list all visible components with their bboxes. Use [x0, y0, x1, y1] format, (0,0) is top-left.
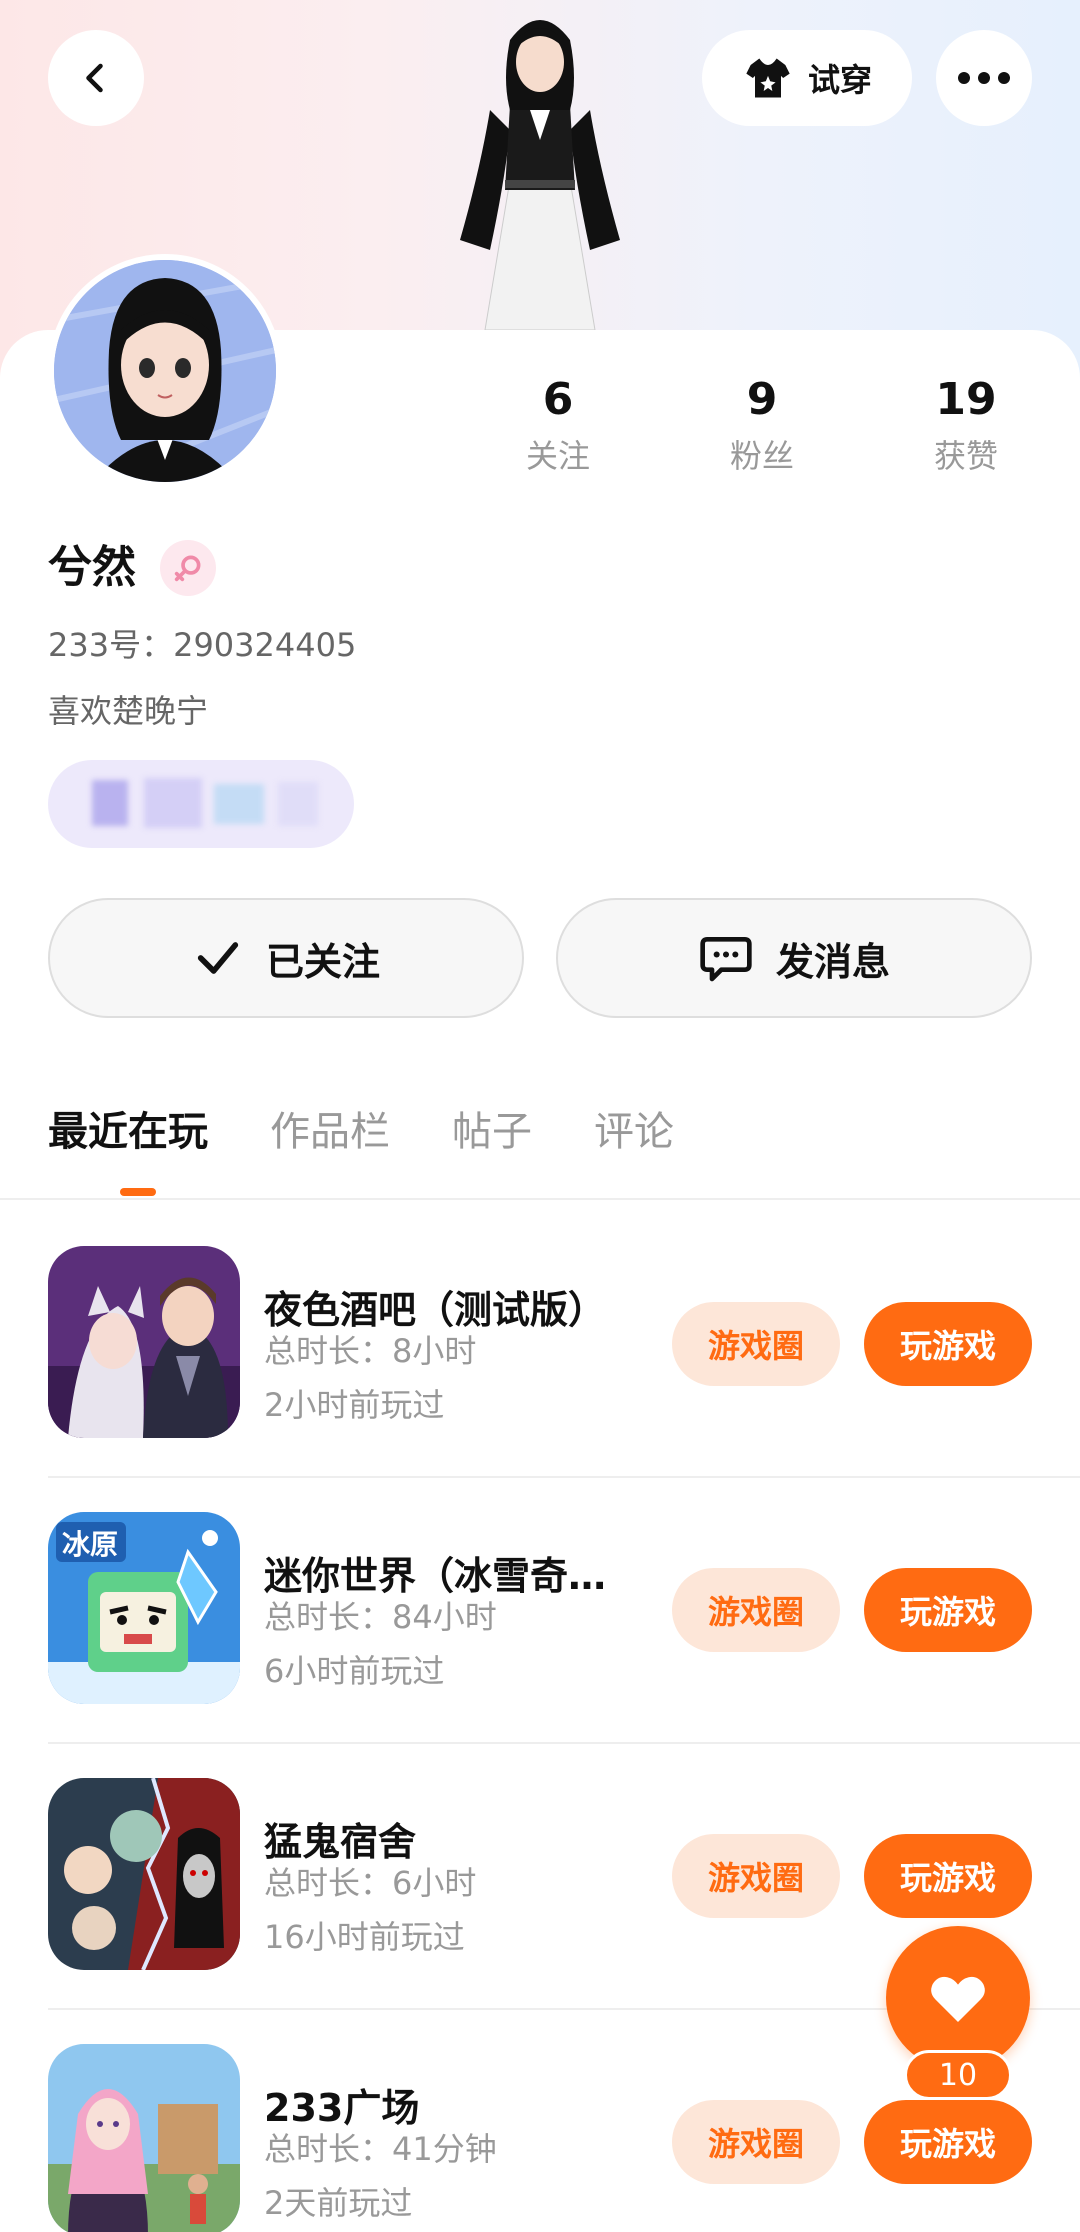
- game-icon-mini-world[interactable]: 冰原: [48, 1512, 240, 1704]
- game-icon-233-plaza[interactable]: [48, 2044, 240, 2232]
- tab-comments[interactable]: 评论: [594, 1102, 674, 1192]
- stat-following[interactable]: 6 关注: [478, 372, 638, 480]
- user-name: 兮然: [48, 542, 136, 593]
- game-last-played: 16小时前玩过: [264, 1918, 465, 1956]
- game-row[interactable]: 夜色酒吧（测试版） 总时长：8小时 2小时前玩过 游戏圈 玩游戏: [0, 1200, 1080, 1466]
- tab-posts[interactable]: 帖子: [452, 1102, 532, 1192]
- game-circle-button[interactable]: 游戏圈: [672, 1834, 840, 1918]
- check-icon: [197, 942, 239, 974]
- game-duration: 总时长：6小时: [264, 1864, 477, 1902]
- stat-likes[interactable]: 19 获赞: [886, 372, 1046, 480]
- game-duration: 总时长：84小时: [264, 1598, 497, 1636]
- game-duration: 总时长：8小时: [264, 1332, 477, 1370]
- like-count-badge: 10: [904, 2050, 1012, 2100]
- game-last-played: 2天前玩过: [264, 2184, 413, 2222]
- follow-button[interactable]: 已关注: [48, 898, 524, 1018]
- followers-label: 粉丝: [729, 437, 794, 475]
- user-id: 233号：290324405: [48, 626, 357, 664]
- active-tab-indicator: [120, 1188, 156, 1196]
- stat-followers[interactable]: 9 粉丝: [682, 372, 842, 480]
- try-on-button[interactable]: 试穿: [702, 30, 912, 126]
- game-icon-night-bar[interactable]: [48, 1246, 240, 1438]
- game-row[interactable]: 冰原 迷你世界（冰雪奇… 总时长：84小时 6小时前玩过 游戏圈 玩游戏: [0, 1466, 1080, 1732]
- more-dots-icon: [958, 72, 1010, 84]
- avatar-figure-image: [460, 20, 620, 330]
- profile-stats: 6 关注 9 粉丝 19 获赞: [0, 372, 1080, 492]
- female-icon: [174, 555, 201, 582]
- game-circle-button[interactable]: 游戏圈: [672, 2100, 840, 2184]
- profile-tabs: 最近在玩 作品栏 帖子 评论: [48, 1102, 674, 1192]
- like-button[interactable]: [886, 1926, 1030, 2070]
- more-button[interactable]: [936, 30, 1032, 126]
- gender-badge: [160, 540, 216, 596]
- follow-label: 已关注: [265, 939, 380, 984]
- play-game-button[interactable]: 玩游戏: [864, 1834, 1032, 1918]
- likes-count: 19: [935, 374, 997, 425]
- following-count: 6: [542, 374, 574, 425]
- game-circle-button[interactable]: 游戏圈: [672, 1568, 840, 1652]
- back-button[interactable]: [48, 30, 144, 126]
- tab-works[interactable]: 作品栏: [270, 1102, 390, 1192]
- try-on-label: 试穿: [807, 61, 872, 99]
- likes-label: 获赞: [933, 437, 998, 475]
- chat-bubble-icon: [700, 937, 752, 982]
- chevron-left-icon: [86, 63, 103, 93]
- heart-icon: [931, 1976, 985, 2022]
- message-label: 发消息: [775, 939, 890, 984]
- game-duration: 总时长：41分钟: [264, 2130, 497, 2168]
- following-label: 关注: [525, 437, 590, 475]
- message-button[interactable]: 发消息: [556, 898, 1032, 1018]
- play-game-button[interactable]: 玩游戏: [864, 2100, 1032, 2184]
- user-bio: 喜欢楚晚宁: [48, 692, 209, 730]
- game-icon-ghost-dorm[interactable]: [48, 1778, 240, 1970]
- followers-count: 9: [746, 374, 778, 425]
- blurred-tag: [48, 760, 354, 848]
- svg-text:冰原: 冰原: [62, 1528, 118, 1561]
- game-last-played: 6小时前玩过: [264, 1652, 445, 1690]
- play-game-button[interactable]: 玩游戏: [864, 1302, 1032, 1386]
- game-last-played: 2小时前玩过: [264, 1386, 445, 1424]
- shirt-icon: [746, 58, 790, 98]
- game-circle-button[interactable]: 游戏圈: [672, 1302, 840, 1386]
- tab-recent-play[interactable]: 最近在玩: [48, 1102, 208, 1192]
- play-game-button[interactable]: 玩游戏: [864, 1568, 1032, 1652]
